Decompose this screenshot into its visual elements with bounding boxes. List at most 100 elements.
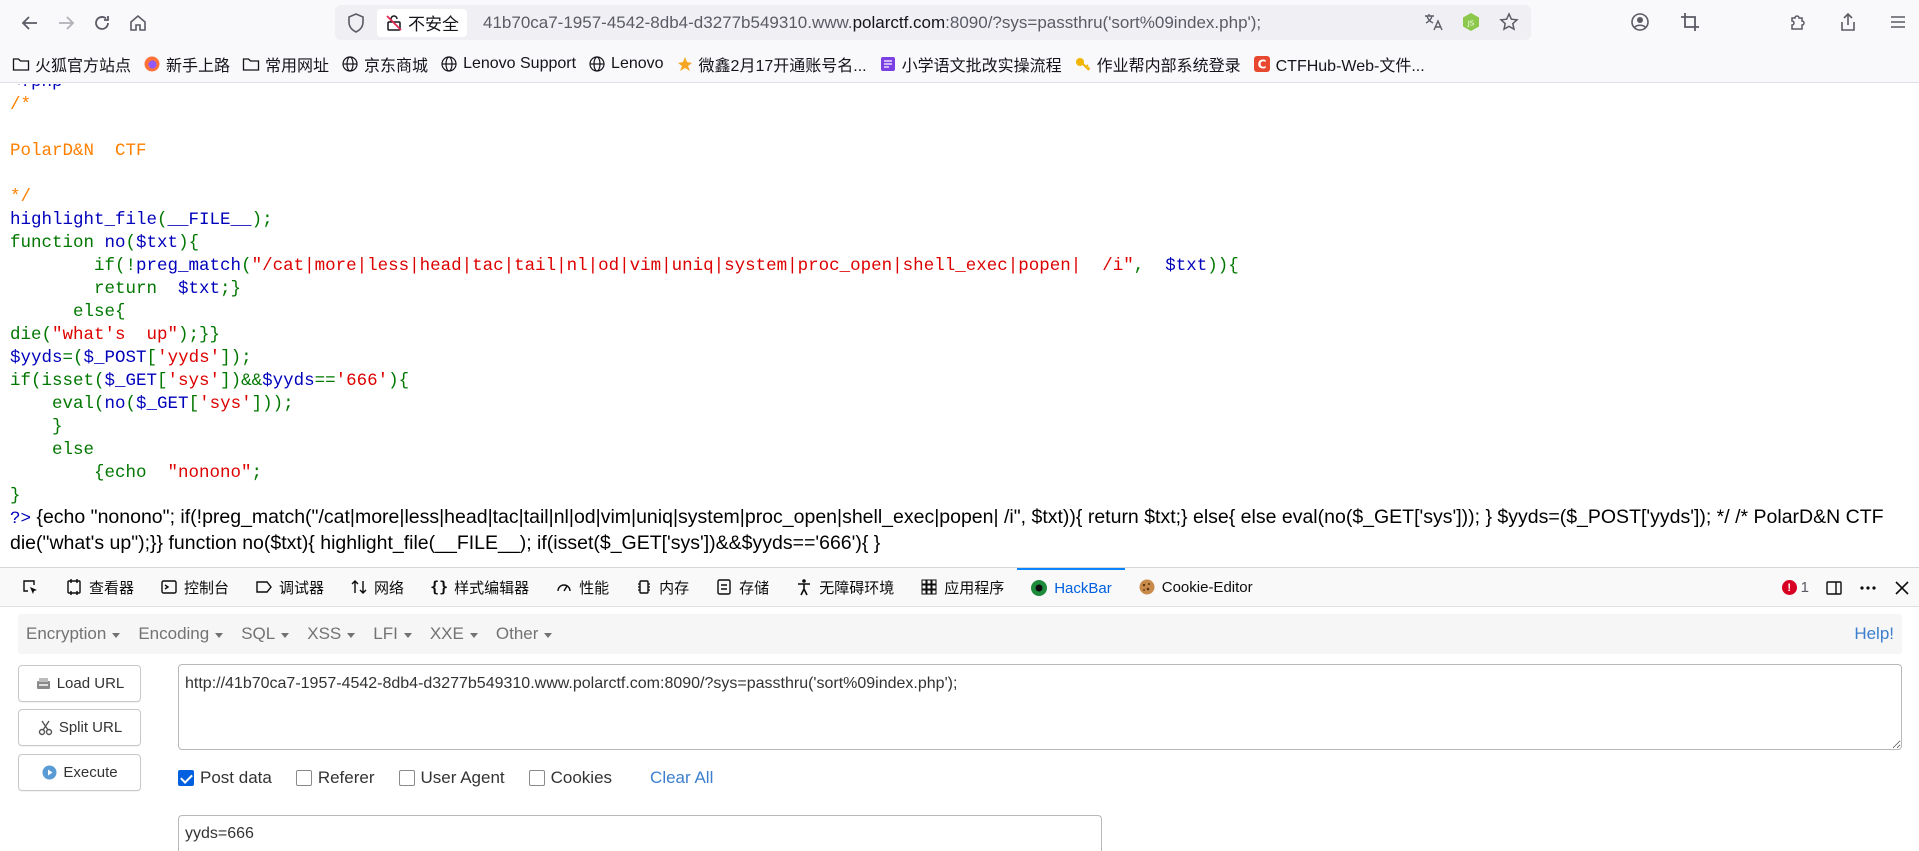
referer-checkbox[interactable]: Referer — [295, 768, 375, 788]
tab-network[interactable]: 网络 — [337, 568, 417, 607]
split-url-button[interactable]: Split URL — [18, 709, 141, 746]
menu-sql[interactable]: SQL — [233, 624, 299, 644]
bookmark-item[interactable]: Lenovo Support — [440, 55, 576, 73]
menu-encoding[interactable]: Encoding — [130, 624, 233, 644]
broken-lock-icon — [386, 14, 402, 31]
post-data-checkbox[interactable]: Post data — [178, 768, 272, 788]
code-token: } — [10, 417, 63, 437]
extensions-button[interactable] — [1777, 4, 1819, 40]
share-icon — [1841, 12, 1855, 31]
code-token: ( — [125, 394, 137, 414]
code-token: ])&& — [220, 371, 263, 391]
bookmark-item[interactable]: Lenovo — [588, 55, 664, 73]
user-agent-checkbox[interactable]: User Agent — [398, 768, 505, 788]
menu-xss[interactable]: XSS — [299, 624, 365, 644]
url-bar[interactable]: 不安全 41b70ca7-1957-4542-8db4-d3277b549310… — [335, 5, 1531, 40]
button-label: Split URL — [58, 719, 123, 736]
code-token: else{ — [10, 302, 126, 322]
tab-label: 查看器 — [89, 579, 135, 597]
bookmark-star-icon[interactable] — [1497, 10, 1521, 34]
menu-lfi[interactable]: LFI — [365, 624, 422, 644]
app-menu-button[interactable] — [1877, 4, 1919, 40]
code-token: function — [10, 233, 105, 253]
bookmark-item[interactable]: 火狐官方站点 — [12, 52, 131, 76]
forward-button[interactable] — [48, 5, 84, 41]
more-options-icon[interactable] — [1859, 579, 1877, 597]
reload-button[interactable] — [84, 5, 120, 41]
page-output-text: ?> {echo "nonono"; if(!preg_match("/cat|… — [10, 505, 1910, 555]
tab-inspector[interactable]: 查看器 — [52, 568, 147, 607]
tab-accessibility[interactable]: 无障碍环境 — [782, 568, 907, 607]
tab-console[interactable]: 控制台 — [147, 568, 242, 607]
browser-toolbar: 不安全 41b70ca7-1957-4542-8db4-d3277b549310… — [0, 0, 1919, 45]
js-extension-icon[interactable]: JS — [1459, 10, 1483, 34]
code-token: highlight_file — [10, 210, 158, 230]
post-data-input[interactable]: yyds=666 — [178, 815, 1102, 851]
dock-layout-icon[interactable] — [1825, 579, 1843, 597]
tab-memory[interactable]: 内存 — [622, 568, 702, 607]
help-link[interactable]: Help! — [1854, 624, 1894, 644]
tab-debugger[interactable]: 调试器 — [242, 568, 337, 607]
bookmark-item[interactable]: 新手上路 — [143, 52, 230, 76]
tab-style-editor[interactable]: {} 样式编辑器 — [417, 568, 542, 607]
execute-button[interactable]: Execute — [18, 754, 141, 791]
caret-down-icon — [281, 632, 290, 638]
tab-label: 应用程序 — [944, 579, 1005, 597]
tab-storage[interactable]: 存储 — [702, 568, 782, 607]
scissors-icon — [38, 720, 53, 736]
url-text[interactable]: 41b70ca7-1957-4542-8db4-d3277b549310.www… — [483, 13, 1261, 33]
element-picker-button[interactable] — [8, 568, 52, 607]
back-button[interactable] — [12, 5, 48, 41]
bookmark-item[interactable]: 小学语文批改实操流程 — [879, 52, 1062, 76]
checkbox-checked[interactable] — [178, 770, 194, 786]
code-token: )){ — [1207, 256, 1239, 276]
tab-cookie-editor[interactable]: Cookie-Editor — [1125, 568, 1266, 607]
bookmark-item[interactable]: 微鑫2月17开通账号名... — [676, 52, 867, 76]
checkbox-unchecked[interactable] — [295, 770, 312, 786]
translate-icon[interactable] — [1421, 10, 1445, 34]
globe-icon — [441, 55, 457, 72]
menu-encryption[interactable]: Encryption — [18, 624, 130, 644]
code-comment-text: PolarD&N CTF — [10, 141, 147, 161]
bookmark-label: Lenovo — [611, 54, 664, 72]
code-token: $yyds — [10, 348, 63, 368]
code-token: return — [10, 279, 179, 299]
bookmark-item[interactable]: 作业帮内部系统登录 — [1074, 52, 1241, 76]
site-insecure-indicator[interactable]: 不安全 — [377, 8, 467, 37]
ctfhub-icon: C — [1253, 55, 1270, 72]
bookmark-label: CTFHub-Web-文件... — [1275, 57, 1425, 75]
caret-down-icon — [403, 632, 412, 638]
account-button[interactable] — [1619, 4, 1661, 40]
menu-other[interactable]: Other — [488, 624, 563, 644]
bookmarks-toolbar: 火狐官方站点 新手上路 常用网址 京东商城 Lenovo Support Len… — [0, 45, 1919, 83]
svg-text:JS: JS — [1467, 20, 1475, 28]
hackbar-options: Post data Referer User Agent Cookies Cle… — [178, 768, 713, 788]
close-icon[interactable] — [1893, 579, 1911, 597]
error-counter[interactable]: ! 1 — [1781, 579, 1809, 596]
tab-hackbar[interactable]: HackBar — [1017, 567, 1125, 607]
load-url-button[interactable]: Load URL — [18, 665, 141, 702]
url-path: :8090/?sys=passthru('sort%09index.php'); — [945, 12, 1262, 32]
bookmark-item[interactable]: C CTFHub-Web-文件... — [1253, 52, 1425, 76]
tab-performance[interactable]: 性能 — [542, 568, 622, 607]
tab-label: 性能 — [579, 579, 610, 597]
cookies-checkbox[interactable]: Cookies — [528, 768, 612, 788]
clear-all-link[interactable]: Clear All — [650, 768, 713, 788]
url-bar-actions: JS — [1421, 10, 1521, 34]
tracking-protection-shield-icon[interactable] — [345, 12, 367, 34]
checkbox-unchecked[interactable] — [398, 770, 415, 786]
checkbox-unchecked[interactable] — [528, 770, 545, 786]
tab-label: 内存 — [659, 579, 690, 597]
tab-application[interactable]: 应用程序 — [907, 568, 1017, 607]
bookmark-item[interactable]: 京东商城 — [341, 52, 428, 76]
code-token: } — [10, 486, 21, 506]
share-button[interactable] — [1827, 4, 1869, 40]
home-button[interactable] — [120, 5, 156, 41]
url-textarea[interactable]: http://41b70ca7-1957-4542-8db4-d3277b549… — [178, 664, 1902, 750]
bookmark-item[interactable]: 常用网址 — [242, 52, 329, 76]
crop-screenshot-button[interactable] — [1669, 4, 1711, 40]
code-token: ); — [251, 210, 273, 230]
menu-xxe[interactable]: XXE — [422, 624, 488, 644]
code-string: 'yyds' — [157, 348, 221, 368]
code-token: {echo — [10, 463, 168, 483]
